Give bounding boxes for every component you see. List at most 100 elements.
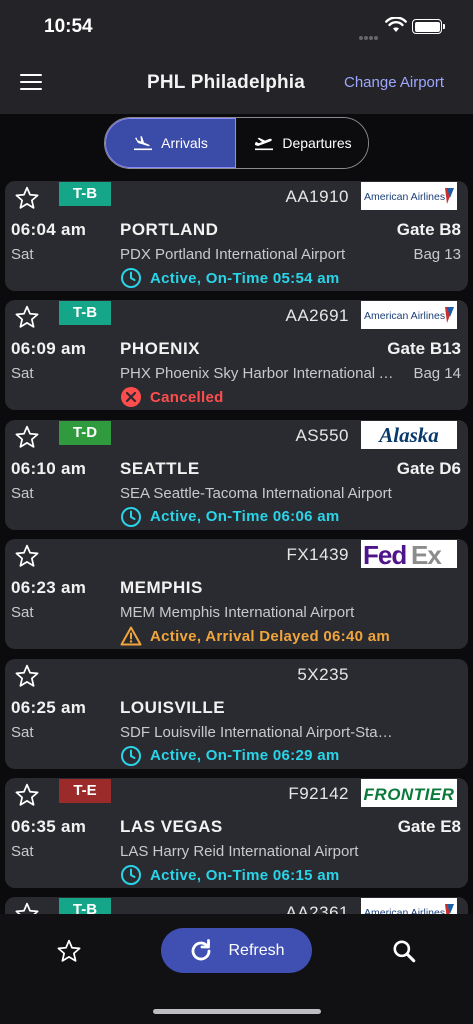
- clock-icon: [121, 745, 141, 766]
- hamburger-menu-icon[interactable]: [20, 74, 42, 92]
- origin-airport: PHX Phoenix Sky Harbor International Air…: [120, 365, 400, 383]
- origin-airport: SDF Louisville International Airport-Sta…: [120, 723, 400, 741]
- arrival-time: 06:23 am: [11, 578, 87, 598]
- arrival-day: Sat: [11, 365, 34, 383]
- bottom-tab-bar: Refresh: [0, 914, 473, 1024]
- arrival-day: Sat: [11, 843, 34, 860]
- baggage-claim: Bag 14: [413, 365, 461, 383]
- favorite-star-icon[interactable]: [14, 782, 40, 808]
- flight-card[interactable]: FX1439 Fed Ex 06:23 am Sat MEMPHIS MEM Memp…: [5, 539, 468, 650]
- flight-status-text: Active, On-Time 06:29 am: [150, 747, 340, 765]
- favorites-star-icon[interactable]: [56, 938, 82, 964]
- flight-status: Active, On-Time 06:29 am: [120, 744, 340, 768]
- origin-city: LAS VEGAS: [120, 817, 223, 836]
- warning-icon: [120, 626, 142, 646]
- terminal-badge: T-B: [59, 182, 111, 206]
- home-indicator: [153, 1009, 321, 1014]
- flight-status: Active, On-Time 06:06 am: [120, 505, 340, 529]
- plane-landing-icon: [134, 136, 153, 151]
- arrival-time: 06:25 am: [11, 697, 87, 717]
- arrival-time: 06:04 am: [11, 220, 87, 239]
- flight-status: Cancelled: [120, 385, 224, 409]
- airline-logo: Alaska: [361, 420, 457, 449]
- gate: Gate E8: [397, 817, 461, 836]
- clock-icon: [121, 865, 141, 885]
- svg-text:American Airlines: American Airlines: [364, 310, 445, 322]
- tab-departures-label: Departures: [282, 135, 352, 151]
- favorite-star-icon[interactable]: [14, 424, 40, 450]
- favorite-star-icon[interactable]: [14, 663, 40, 689]
- origin-airport: LAS Harry Reid International Airport: [120, 843, 359, 860]
- flight-number: AA2361: [285, 903, 349, 914]
- arrival-day: Sat: [11, 484, 34, 502]
- terminal-badge: T-B: [59, 301, 111, 326]
- favorite-star-icon[interactable]: [14, 185, 40, 211]
- cancel-icon: [121, 387, 141, 408]
- flight-number: FX1439: [286, 545, 349, 565]
- gate: Gate D6: [396, 458, 461, 478]
- favorite-star-icon[interactable]: [14, 901, 40, 914]
- origin-city: SEATTLE: [120, 458, 200, 478]
- flight-number: 5X235: [297, 664, 349, 684]
- flight-status: Active, Arrival Delayed 06:40 am: [120, 624, 390, 648]
- battery-tip: [443, 24, 445, 29]
- tab-departures[interactable]: Departures: [237, 118, 368, 168]
- favorite-star-icon[interactable]: [14, 304, 40, 330]
- tab-arrivals[interactable]: Arrivals: [105, 118, 236, 168]
- gate: Gate B13: [387, 339, 461, 359]
- arrival-day: Sat: [11, 246, 34, 263]
- search-icon[interactable]: [391, 938, 417, 964]
- flight-status-text: Active, Arrival Delayed 06:40 am: [150, 627, 391, 645]
- origin-airport: PDX Portland International Airport: [120, 246, 346, 263]
- arrival-time: 06:10 am: [11, 458, 87, 478]
- origin-airport: SEA Seattle-Tacoma International Airport: [120, 484, 392, 502]
- flight-number: AS550: [295, 425, 349, 445]
- origin-city: MEMPHIS: [120, 578, 203, 598]
- svg-text:American Airlines: American Airlines: [364, 907, 445, 914]
- flight-card[interactable]: T-B AA1910 American Airlines 06:04 am Sat P…: [5, 181, 468, 291]
- flight-card[interactable]: 5X235 06:25 am Sat LOUISVILLE SDF Louisville…: [5, 658, 468, 769]
- origin-airport: MEM Memphis International Airport: [120, 604, 355, 622]
- flight-status-text: Cancelled: [150, 388, 224, 406]
- status-bar: 10:54: [0, 0, 473, 56]
- cellular-icon: [359, 27, 379, 40]
- flight-status-text: Active, On-Time 06:06 am: [150, 508, 340, 526]
- origin-city: LOUISVILLE: [120, 697, 226, 717]
- flight-card[interactable]: T-B AA2691 American Airlines 06:09 am Sat P…: [5, 300, 468, 411]
- battery-icon: [412, 19, 442, 34]
- airline-logo: FRONTIER: [361, 779, 457, 807]
- clock-icon: [121, 506, 141, 527]
- flight-number: AA1910: [285, 187, 349, 206]
- arrival-day: Sat: [11, 723, 34, 741]
- nav-bar: PHL Philadelphia Change Airport: [0, 56, 473, 114]
- arrival-day: Sat: [11, 604, 34, 622]
- airline-logo: Fed Ex: [361, 540, 457, 569]
- refresh-button[interactable]: Refresh: [161, 928, 312, 973]
- plane-takeoff-icon: [255, 137, 274, 151]
- tab-arrivals-label: Arrivals: [161, 135, 208, 151]
- wifi-icon: [385, 17, 407, 32]
- origin-city: PORTLAND: [120, 220, 219, 239]
- favorite-star-icon[interactable]: [14, 543, 40, 569]
- flight-card[interactable]: T-B AA2361 American Airlines: [5, 897, 468, 914]
- flight-number: AA2691: [285, 306, 349, 326]
- terminal-badge: T-E: [59, 779, 111, 803]
- arrivals-departures-toggle: Arrivals Departures: [104, 117, 369, 169]
- flight-card[interactable]: T-E F92142 FRONTIER 06:35 am Sat LAS VEGAS G…: [5, 778, 468, 888]
- flight-list[interactable]: T-B AA1910 American Airlines 06:04 am Sat P…: [0, 181, 473, 914]
- origin-city: PHOENIX: [120, 339, 201, 359]
- svg-text:Ex: Ex: [411, 540, 442, 568]
- arrival-time: 06:35 am: [11, 817, 87, 836]
- svg-text:American Airlines: American Airlines: [364, 191, 445, 203]
- flight-status-text: Active, On-Time 06:15 am: [150, 866, 340, 884]
- change-airport-button[interactable]: Change Airport: [344, 74, 444, 91]
- arrival-time: 06:09 am: [11, 339, 87, 359]
- flight-card[interactable]: T-D AS550 Alaska 06:10 am Sat SEATTLE Gate D…: [5, 419, 468, 530]
- terminal-badge: T-D: [59, 420, 111, 445]
- airline-logo: American Airlines: [361, 301, 457, 330]
- terminal-badge: T-B: [59, 898, 111, 914]
- page-title: PHL Philadelphia: [147, 72, 306, 93]
- airline-logo: American Airlines: [361, 898, 457, 914]
- svg-text:Alaska: Alaska: [377, 423, 439, 447]
- status-time: 10:54: [44, 16, 93, 37]
